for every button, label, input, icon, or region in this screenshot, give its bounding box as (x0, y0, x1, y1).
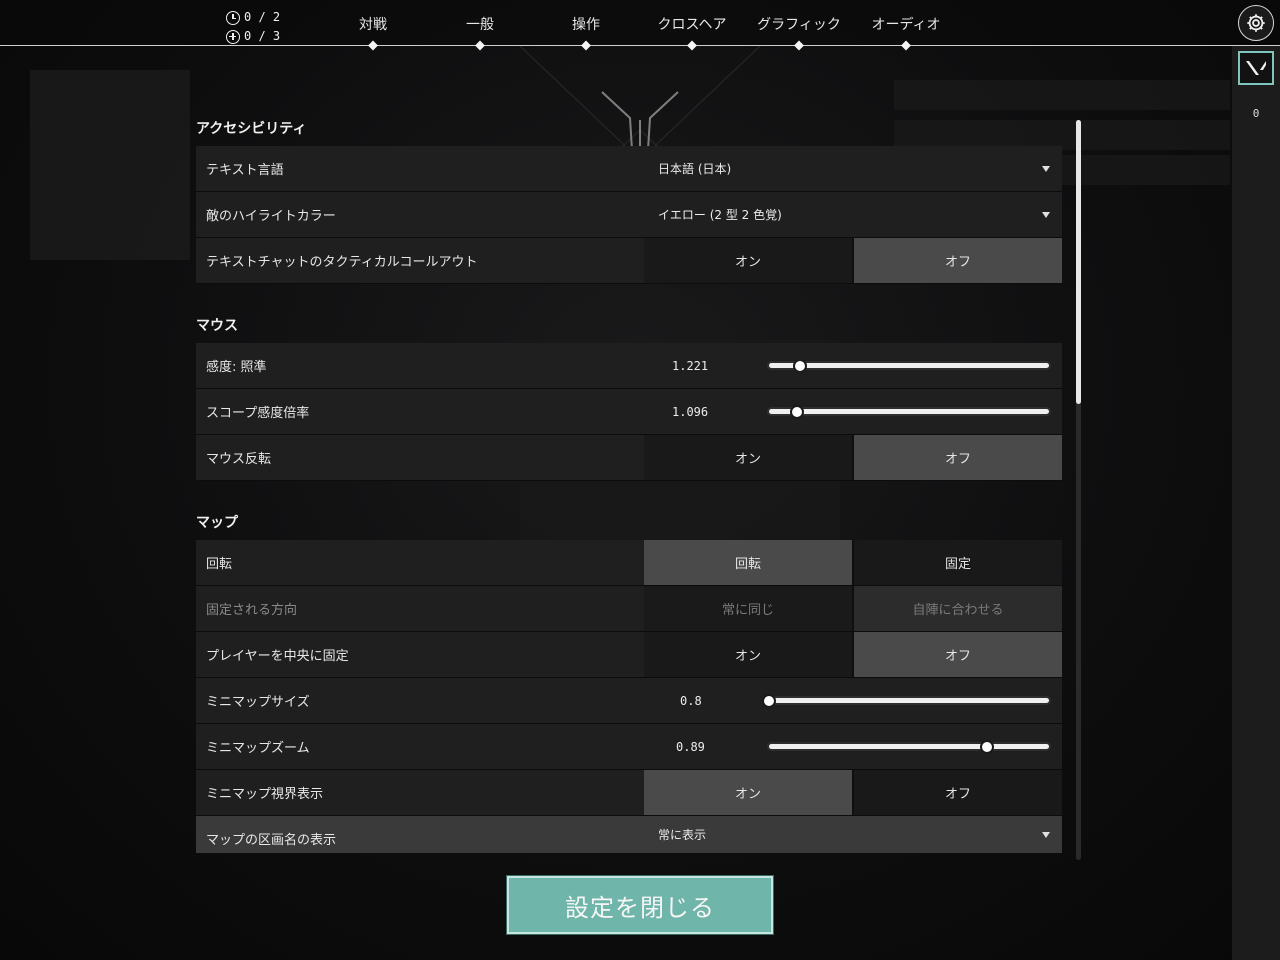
setting-row-minimap-size: ミニマップサイズ 0.8 (196, 678, 1062, 724)
dropdown-value: 日本語 (日本) (658, 162, 732, 176)
right-side-panel: 0 (1232, 46, 1280, 960)
caret-down-icon (1042, 165, 1050, 172)
setting-row-sensitivity: 感度: 照準 1.221 (196, 343, 1062, 389)
setting-row-fixed-orientation: 固定される方向 常に同じ 自陣に合わせる (196, 586, 1062, 632)
rotation-fixed-button[interactable]: 固定 (852, 540, 1062, 585)
tactical-callout-on-button[interactable]: オン (644, 238, 852, 283)
setting-row-tactical-callout: テキストチャットのタクティカルコールアウト オン オフ (196, 238, 1062, 284)
tab-general[interactable]: 一般 (466, 14, 494, 34)
scope-sensitivity-slider[interactable] (769, 406, 1049, 417)
setting-row-scope-sensitivity: スコープ感度倍率 1.096 (196, 389, 1062, 435)
caret-down-icon (1042, 211, 1050, 218)
setting-row-region-names: マップの区画名の表示 常に表示 (196, 816, 1062, 854)
plus-counter: 0 / 3 (226, 27, 280, 46)
scrollbar-thumb[interactable] (1076, 120, 1081, 404)
setting-row-invert-mouse: マウス反転 オン オフ (196, 435, 1062, 481)
logo-button[interactable] (1238, 51, 1274, 85)
setting-row-rotation: 回転 回転 固定 (196, 540, 1062, 586)
setting-row-text-language: テキスト言語 日本語 (日本) (196, 146, 1062, 192)
section-title-mouse: マウス (196, 318, 238, 334)
slider-knob[interactable] (792, 406, 802, 417)
side-count: 0 (1252, 107, 1260, 120)
tactical-callout-off-button[interactable]: オフ (852, 238, 1062, 283)
tab-audio[interactable]: オーディオ (871, 14, 940, 34)
section-title-map: マップ (196, 515, 238, 531)
slider-knob[interactable] (764, 695, 774, 706)
setting-label: 感度: 照準 (206, 360, 267, 375)
plus-counter-value: 0 / 3 (244, 29, 281, 43)
scope-sensitivity-value[interactable]: 1.096 (644, 405, 764, 419)
setting-label: 敵のハイライトカラー (206, 209, 336, 224)
setting-label: マップの区画名の表示 (206, 833, 337, 848)
center-player-off-button[interactable]: オフ (852, 632, 1062, 677)
invert-mouse-off-button[interactable]: オフ (852, 435, 1062, 480)
gear-icon (1247, 14, 1265, 32)
sensitivity-value[interactable]: 1.221 (644, 359, 764, 373)
minimap-vision-on-button[interactable]: オン (644, 770, 852, 815)
slider-knob[interactable] (982, 741, 993, 752)
enemy-highlight-dropdown[interactable]: イエロー (2 型 2 色覚) (644, 192, 1062, 237)
rotation-rotate-button[interactable]: 回転 (644, 540, 852, 585)
setting-row-enemy-highlight: 敵のハイライトカラー イエロー (2 型 2 色覚) (196, 192, 1062, 238)
sensitivity-slider[interactable] (769, 360, 1049, 371)
tab-crosshair[interactable]: クロスヘア (657, 14, 726, 34)
minimap-vision-off-button[interactable]: オフ (852, 770, 1062, 815)
setting-label: ミニマップサイズ (206, 695, 310, 710)
setting-label: マウス反転 (206, 452, 272, 467)
settings-scrollbar[interactable] (1076, 120, 1081, 860)
setting-row-center-player: プレイヤーを中央に固定 オン オフ (196, 632, 1062, 678)
section-title-accessibility: アクセシビリティ (196, 121, 307, 137)
text-language-dropdown[interactable]: 日本語 (日本) (644, 146, 1062, 191)
setting-label: 固定される方向 (206, 603, 298, 618)
minimap-size-slider[interactable] (764, 695, 1049, 706)
top-navigation-bar: 0 / 2 0 / 3 対戦 一般 操作 クロスヘア グラフィック オーディオ (0, 0, 1280, 51)
tab-controls[interactable]: 操作 (572, 14, 600, 34)
settings-panel: アクセシビリティ テキスト言語 日本語 (日本) 敵のハイライトカラー イエロー… (196, 108, 1062, 854)
setting-label: テキスト言語 (206, 163, 284, 178)
time-counter-value: 0 / 2 (244, 10, 281, 24)
dropdown-value: イエロー (2 型 2 色覚) (658, 208, 782, 222)
minimap-zoom-value[interactable]: 0.89 (644, 740, 764, 754)
setting-row-minimap-zoom: ミニマップズーム 0.89 (196, 724, 1062, 770)
orientation-team-button[interactable]: 自陣に合わせる (852, 586, 1062, 631)
invert-mouse-on-button[interactable]: オン (644, 435, 852, 480)
valorant-logo-icon (1246, 61, 1266, 75)
region-names-dropdown[interactable]: 常に表示 (644, 816, 1062, 853)
minimap-zoom-slider[interactable] (769, 741, 1049, 752)
round-counters: 0 / 2 0 / 3 (226, 8, 280, 46)
setting-label: テキストチャットのタクティカルコールアウト (206, 255, 478, 270)
setting-label: プレイヤーを中央に固定 (206, 649, 349, 664)
center-player-on-button[interactable]: オン (644, 632, 852, 677)
close-settings-button[interactable]: 設定を閉じる (506, 875, 774, 935)
tab-graphics[interactable]: グラフィック (757, 14, 841, 34)
slider-knob[interactable] (794, 360, 805, 371)
setting-label: ミニマップ視界表示 (206, 787, 324, 802)
dropdown-value: 常に表示 (658, 828, 707, 842)
plus-circle-icon (226, 29, 240, 44)
caret-down-icon (1042, 831, 1050, 838)
settings-button[interactable] (1238, 5, 1274, 41)
tab-match[interactable]: 対戦 (359, 14, 387, 34)
clock-icon (226, 10, 240, 25)
setting-label: スコープ感度倍率 (206, 406, 310, 421)
setting-row-minimap-vision: ミニマップ視界表示 オン オフ (196, 770, 1062, 816)
orientation-always-button[interactable]: 常に同じ (644, 586, 852, 631)
minimap-size-value[interactable]: 0.8 (644, 694, 764, 708)
time-counter: 0 / 2 (226, 8, 280, 27)
setting-label: 回転 (206, 557, 233, 572)
setting-label: ミニマップズーム (206, 741, 310, 756)
